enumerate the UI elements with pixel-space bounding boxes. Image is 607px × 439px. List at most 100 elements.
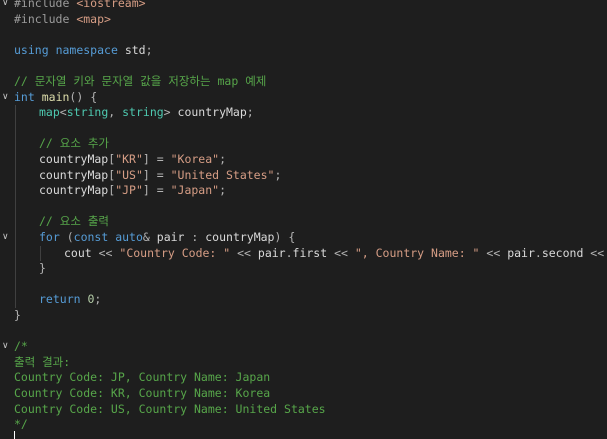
- code-line[interactable]: */: [0, 417, 607, 433]
- gutter: [0, 355, 14, 371]
- code-token: pair: [507, 245, 535, 260]
- code-token: second: [541, 245, 584, 260]
- code-token: ] =: [142, 183, 171, 198]
- gutter: [0, 105, 14, 121]
- code-token: int: [14, 89, 35, 104]
- gutter: [0, 339, 14, 355]
- code-token: pair: [257, 245, 286, 260]
- code-line[interactable]: return 0;: [0, 292, 607, 308]
- code-token: "Korea": [170, 152, 220, 166]
- indent-guide: [15, 105, 16, 121]
- code-line[interactable]: // 문자열 키와 문자열 값을 저장하는 map 예제: [0, 74, 607, 90]
- code-line[interactable]: Country Code: KR, Country Name: Korea: [0, 386, 607, 402]
- code-line[interactable]: map<string, string> countryMap;: [0, 105, 607, 121]
- code-line[interactable]: /*: [0, 339, 607, 355]
- indent-guide: [40, 245, 41, 262]
- code-text: for (const auto& pair : countryMap) {: [39, 230, 295, 246]
- code-token: Country Code: JP, Country Name: Japan: [14, 370, 271, 385]
- fold-chevron-icon[interactable]: [2, 342, 10, 350]
- code-token: ] =: [142, 167, 171, 182]
- code-token: countryMap: [39, 183, 109, 198]
- code-token: <iostream>: [76, 0, 146, 10]
- fold-chevron-icon[interactable]: [2, 93, 10, 101]
- code-token: first: [292, 245, 328, 260]
- indent-guide: [15, 214, 16, 230]
- indent-guide: [15, 245, 16, 262]
- code-line[interactable]: Country Code: US, Country Name: United S…: [0, 402, 607, 418]
- code-token: (: [59, 230, 74, 244]
- code-token: "United States": [170, 167, 275, 182]
- code-line[interactable]: using namespace std;: [0, 43, 607, 59]
- code-line[interactable]: }: [0, 261, 607, 277]
- code-token: /*: [14, 339, 28, 354]
- code-line[interactable]: // 요소 추가: [0, 136, 607, 152]
- code-line[interactable]: [0, 276, 607, 293]
- code-text: 출력 결과:: [14, 355, 70, 371]
- code-line[interactable]: [0, 58, 607, 74]
- code-text: }: [39, 261, 46, 277]
- indent-guide: [15, 230, 16, 246]
- code-token: const: [73, 230, 109, 244]
- code-token: "KR": [115, 152, 143, 166]
- indent-guide: [15, 198, 16, 215]
- indent-guide: [15, 167, 16, 184]
- gutter: [0, 199, 14, 215]
- fold-chevron-icon[interactable]: [2, 233, 10, 241]
- code-token: #include: [14, 11, 70, 26]
- code-text: return 0;: [39, 292, 101, 308]
- code-token: <<: [479, 245, 508, 260]
- code-token: <<: [91, 245, 120, 260]
- code-token: }: [14, 308, 21, 322]
- code-text: // 문자열 키와 문자열 값을 저장하는 map 예제: [14, 74, 266, 90]
- gutter: [0, 58, 14, 74]
- code-line[interactable]: [0, 324, 607, 340]
- code-token: <: [59, 105, 67, 120]
- code-text: Country Code: KR, Country Name: Korea: [14, 386, 270, 402]
- code-token: 출력 결과:: [14, 354, 71, 369]
- code-line[interactable]: // 요소 출력: [0, 214, 607, 230]
- code-editor[interactable]: #include <iostream>#include <map>using n…: [0, 0, 607, 439]
- code-token: // 문자열 키와 문자열 값을 저장하는 map 예제: [14, 74, 267, 88]
- code-line[interactable]: 출력 결과:: [0, 355, 607, 371]
- code-token: <<: [230, 245, 258, 260]
- code-line[interactable]: Country Code: JP, Country Name: Japan: [0, 370, 607, 386]
- code-token: main: [41, 89, 70, 104]
- code-line[interactable]: #include <map>: [0, 12, 607, 28]
- indent-guide: [15, 261, 16, 277]
- code-text: #include <iostream>: [14, 0, 146, 12]
- code-line[interactable]: [0, 198, 607, 215]
- fold-chevron-icon[interactable]: [2, 0, 10, 7]
- code-text: // 요소 출력: [39, 214, 109, 230]
- gutter: [0, 292, 14, 308]
- gutter: [0, 90, 14, 106]
- code-token: >: [163, 105, 178, 120]
- gutter: [0, 214, 14, 230]
- code-token: countryMap: [205, 230, 275, 244]
- code-token: std: [124, 42, 146, 57]
- indent-guide: [15, 136, 16, 152]
- code-token: ] =: [142, 152, 171, 166]
- code-token: // 요소 출력: [39, 214, 110, 229]
- code-line[interactable]: cout << "Country Code: " << pair.first <…: [0, 245, 607, 262]
- gutter: [0, 74, 14, 90]
- code-token: .: [285, 245, 293, 260]
- code-line[interactable]: for (const auto& pair : countryMap) {: [0, 230, 607, 246]
- code-line[interactable]: #include <iostream>: [0, 0, 607, 12]
- text-cursor: [14, 431, 15, 439]
- code-token: <map>: [76, 11, 111, 26]
- code-line[interactable]: [0, 27, 607, 43]
- code-line[interactable]: countryMap["US"] = "United States";: [0, 167, 607, 184]
- code-line[interactable]: countryMap["KR"] = "Korea";: [0, 152, 607, 168]
- code-line[interactable]: }: [0, 308, 607, 324]
- gutter: [0, 12, 14, 28]
- code-line[interactable]: countryMap["JP"] = "Japan";: [0, 183, 607, 199]
- code-token: ;: [219, 152, 226, 166]
- code-token: countryMap: [39, 167, 109, 182]
- gutter: [0, 324, 14, 340]
- gutter: [0, 136, 14, 152]
- code-token: countryMap: [177, 105, 247, 120]
- code-line[interactable]: int main() {: [0, 90, 607, 106]
- code-line[interactable]: [0, 120, 607, 137]
